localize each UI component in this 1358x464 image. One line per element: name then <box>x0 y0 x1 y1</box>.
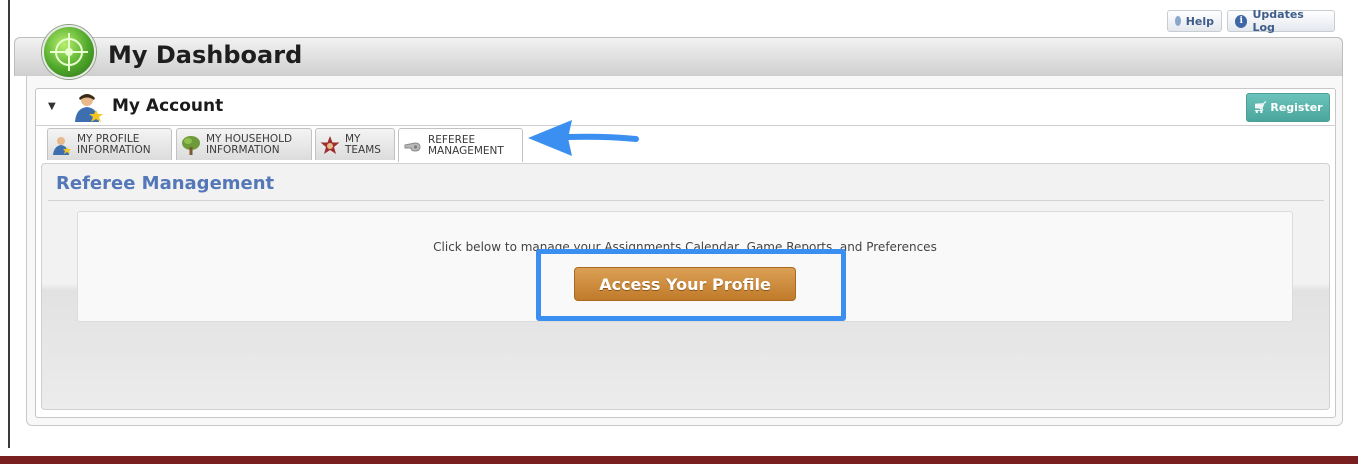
updates-log-button[interactable]: i Updates Log <box>1227 8 1335 34</box>
register-label: Register <box>1270 101 1323 114</box>
help-label: Help <box>1185 14 1214 28</box>
tab-label-line2: MANAGEMENT <box>428 144 504 157</box>
collapse-caret-icon[interactable]: ▼ <box>48 101 56 112</box>
section-title: Referee Management <box>56 173 275 194</box>
tab-label-line1: MY PROFILE <box>77 132 140 145</box>
dashboard-logo-icon <box>42 25 96 79</box>
account-person-icon <box>75 94 103 122</box>
cart-icon: 🛒︎ <box>1253 101 1268 114</box>
tab-label-line1: MY HOUSEHOLD <box>206 132 293 145</box>
tab-label-line2: TEAMS <box>345 143 381 156</box>
tab-label-line2: INFORMATION <box>77 143 151 156</box>
tab-label-line2: INFORMATION <box>206 143 280 156</box>
tree-icon <box>182 135 200 155</box>
annotation-arrow-icon <box>528 120 639 156</box>
tab-label-line1: REFEREE <box>428 133 476 146</box>
section-divider <box>48 200 1324 201</box>
tab-label-line1: MY <box>345 132 361 145</box>
updates-log-label: Updates Log <box>1252 8 1304 34</box>
page-left-border <box>8 0 10 448</box>
account-header-divider <box>35 125 1336 126</box>
tab-my-household-information[interactable]: MY HOUSEHOLD INFORMATION <box>176 128 312 160</box>
referee-whistle-icon <box>404 141 421 152</box>
register-button[interactable]: 🛒︎ Register <box>1246 93 1330 122</box>
info-icon: i <box>1235 14 1248 28</box>
tab-my-teams[interactable]: MY TEAMS <box>315 128 395 160</box>
help-icon <box>1175 16 1181 26</box>
my-account-title: My Account <box>112 96 224 116</box>
tab-referee-management[interactable]: REFEREE MANAGEMENT <box>398 128 523 162</box>
help-button[interactable]: Help <box>1167 10 1222 32</box>
annotation-highlight-box <box>536 249 846 321</box>
page-footer-bar <box>0 456 1358 464</box>
page-title: My Dashboard <box>108 41 303 69</box>
tab-my-profile-information[interactable]: MY PROFILE INFORMATION <box>47 128 172 160</box>
team-star-icon <box>320 135 340 154</box>
profile-person-icon <box>53 136 71 155</box>
